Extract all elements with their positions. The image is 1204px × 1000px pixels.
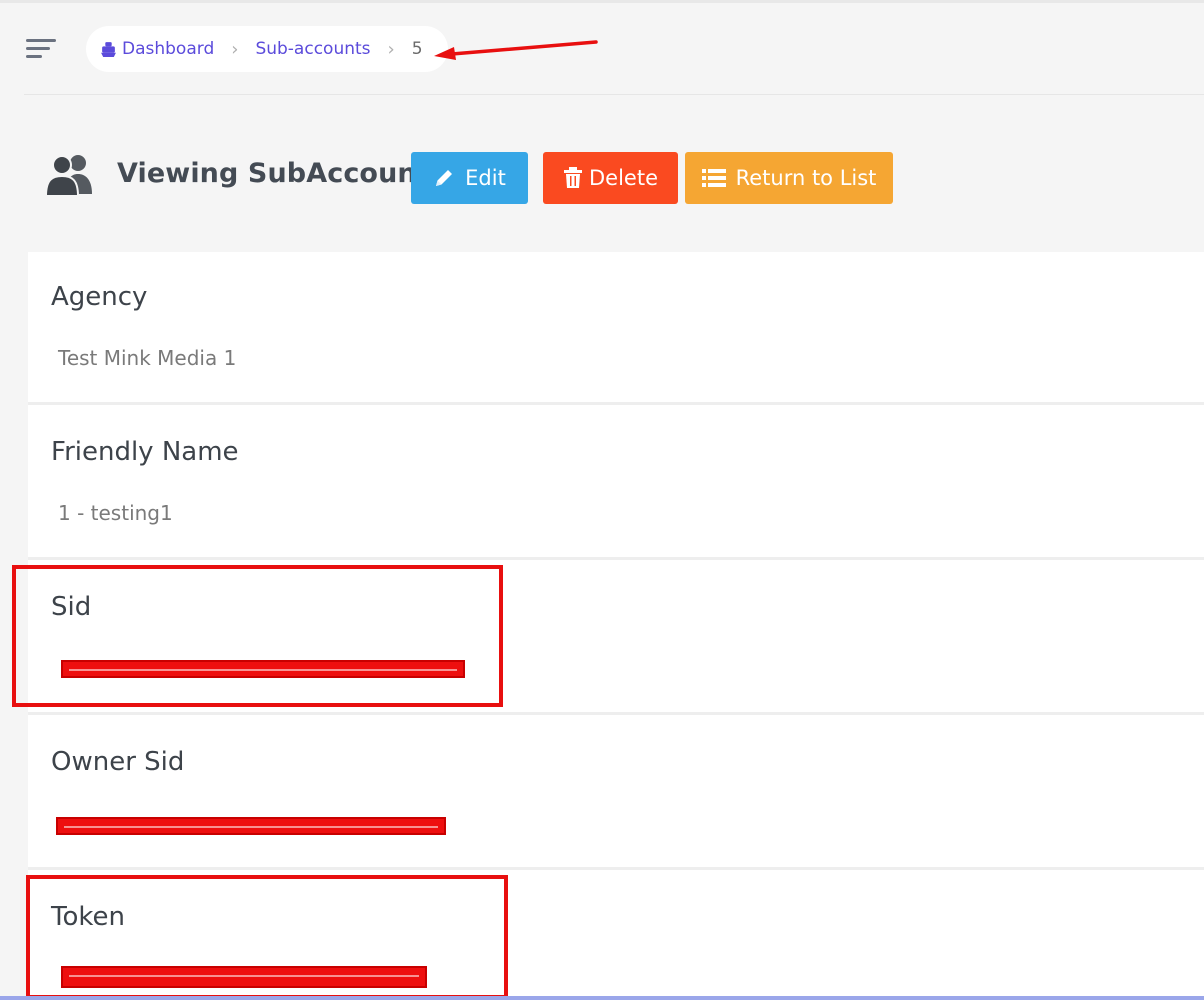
breadcrumb-current: 5: [411, 39, 423, 59]
delete-button-label: Delete: [589, 166, 658, 190]
breadcrumb-dashboard-link[interactable]: Dashboard: [100, 39, 214, 59]
annotation-box-token: [26, 875, 508, 999]
header-divider: [24, 94, 1204, 95]
redaction-mark: [56, 817, 446, 835]
return-button-label: Return to List: [735, 166, 877, 190]
edit-button[interactable]: Edit: [411, 152, 528, 204]
breadcrumb-separator: ›: [387, 38, 395, 60]
field-value: Test Mink Media 1: [58, 346, 237, 370]
breadcrumb-separator: ›: [231, 38, 239, 60]
field-owner-sid: Owner Sid: [28, 717, 1204, 870]
users-icon: [44, 155, 92, 196]
menu-toggle-icon[interactable]: [26, 38, 58, 60]
annotation-arrow: [434, 40, 598, 60]
pencil-icon: [436, 170, 453, 186]
breadcrumb-dashboard-label: Dashboard: [122, 39, 215, 59]
trash-icon: [564, 167, 582, 188]
breadcrumb-subaccounts-link[interactable]: Sub-accounts: [255, 39, 370, 59]
field-friendly-name: Friendly Name 1 - testing1: [28, 407, 1204, 560]
field-label: Agency: [51, 282, 148, 312]
page-title: Viewing SubAccount: [117, 158, 430, 189]
page: Dashboard › Sub-accounts › 5 Viewing Sub…: [0, 0, 1204, 1000]
edit-button-label: Edit: [465, 166, 506, 190]
return-to-list-button[interactable]: Return to List: [685, 152, 893, 204]
list-icon: [701, 169, 726, 187]
field-value: 1 - testing1: [58, 501, 173, 525]
breadcrumb: Dashboard › Sub-accounts › 5: [86, 26, 448, 72]
field-label: Friendly Name: [51, 437, 239, 467]
field-agency: Agency Test Mink Media 1: [28, 252, 1204, 405]
top-border: [0, 0, 1204, 3]
field-label: Owner Sid: [51, 747, 185, 777]
bottom-accent-bar: [0, 996, 1204, 1000]
dashboard-home-icon: [101, 41, 116, 57]
delete-button[interactable]: Delete: [543, 152, 678, 204]
annotation-box-sid: [12, 565, 503, 707]
